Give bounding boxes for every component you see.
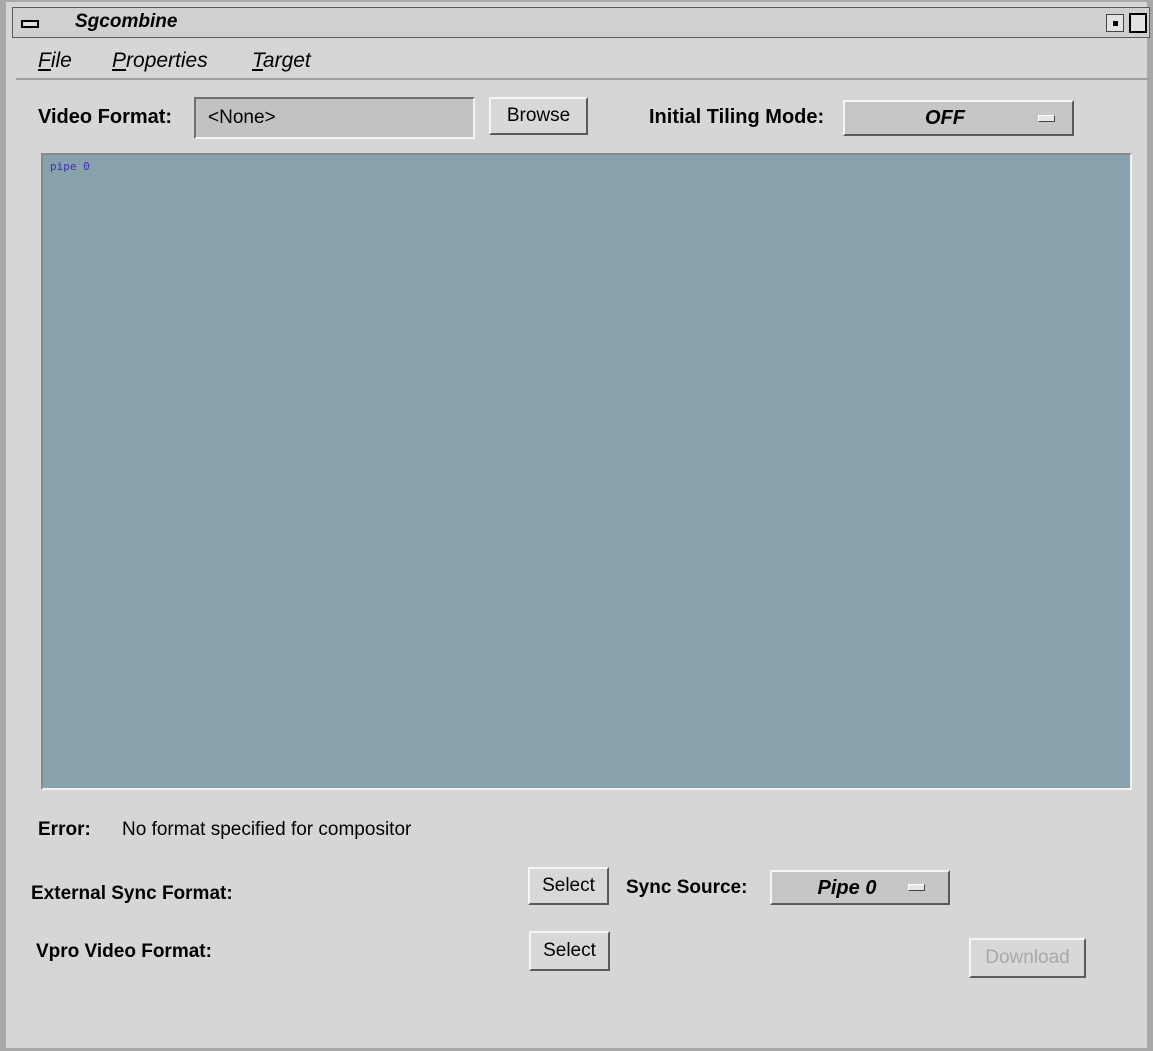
menu-properties[interactable]: Properties xyxy=(112,49,208,73)
menu-file-label: ile xyxy=(50,49,72,72)
video-format-label: Video Format: xyxy=(38,106,173,128)
error-message: No format specified for compositor xyxy=(122,819,412,840)
vpro-select-button[interactable]: Select xyxy=(529,931,610,971)
window-title: Sgcombine xyxy=(75,11,178,32)
pipe-layout-canvas[interactable]: pipe 0 xyxy=(41,153,1132,790)
browse-button[interactable]: Browse xyxy=(489,97,588,135)
option-menu-indicator-icon xyxy=(1038,115,1055,122)
error-label: Error: xyxy=(38,819,91,840)
option-menu-indicator-icon xyxy=(908,884,925,891)
external-sync-format-label: External Sync Format: xyxy=(31,883,233,904)
title-bar[interactable]: Sgcombine xyxy=(12,7,1150,38)
menu-properties-mnemonic: P xyxy=(112,49,127,72)
video-format-field[interactable]: <None> xyxy=(194,97,475,139)
maximize-icon[interactable] xyxy=(1129,13,1147,33)
menu-target-label: arget xyxy=(262,49,311,72)
sync-source-label: Sync Source: xyxy=(626,877,748,898)
sgcombine-window: Sgcombine File Properties Target Video F… xyxy=(0,0,1153,1051)
menu-target[interactable]: Target xyxy=(252,49,311,73)
tiling-mode-value: OFF xyxy=(925,107,965,129)
sync-source-value: Pipe 0 xyxy=(817,877,877,899)
menu-target-mnemonic: T xyxy=(252,49,263,72)
sync-source-option-menu[interactable]: Pipe 0 xyxy=(770,870,950,905)
menu-file-mnemonic: F xyxy=(38,49,51,72)
download-button[interactable]: Download xyxy=(969,938,1086,978)
tiling-mode-option-menu[interactable]: OFF xyxy=(843,100,1074,136)
external-sync-select-button[interactable]: Select xyxy=(528,867,609,905)
menu-bar: File Properties Target xyxy=(16,42,1149,80)
vpro-video-format-label: Vpro Video Format: xyxy=(36,941,212,962)
pipe-label: pipe 0 xyxy=(50,160,90,173)
initial-tiling-mode-label: Initial Tiling Mode: xyxy=(649,106,825,128)
window-menu-icon[interactable] xyxy=(21,20,39,28)
menu-file[interactable]: File xyxy=(38,49,72,73)
minimize-icon[interactable] xyxy=(1106,14,1124,32)
menu-properties-label: roperties xyxy=(126,49,208,72)
